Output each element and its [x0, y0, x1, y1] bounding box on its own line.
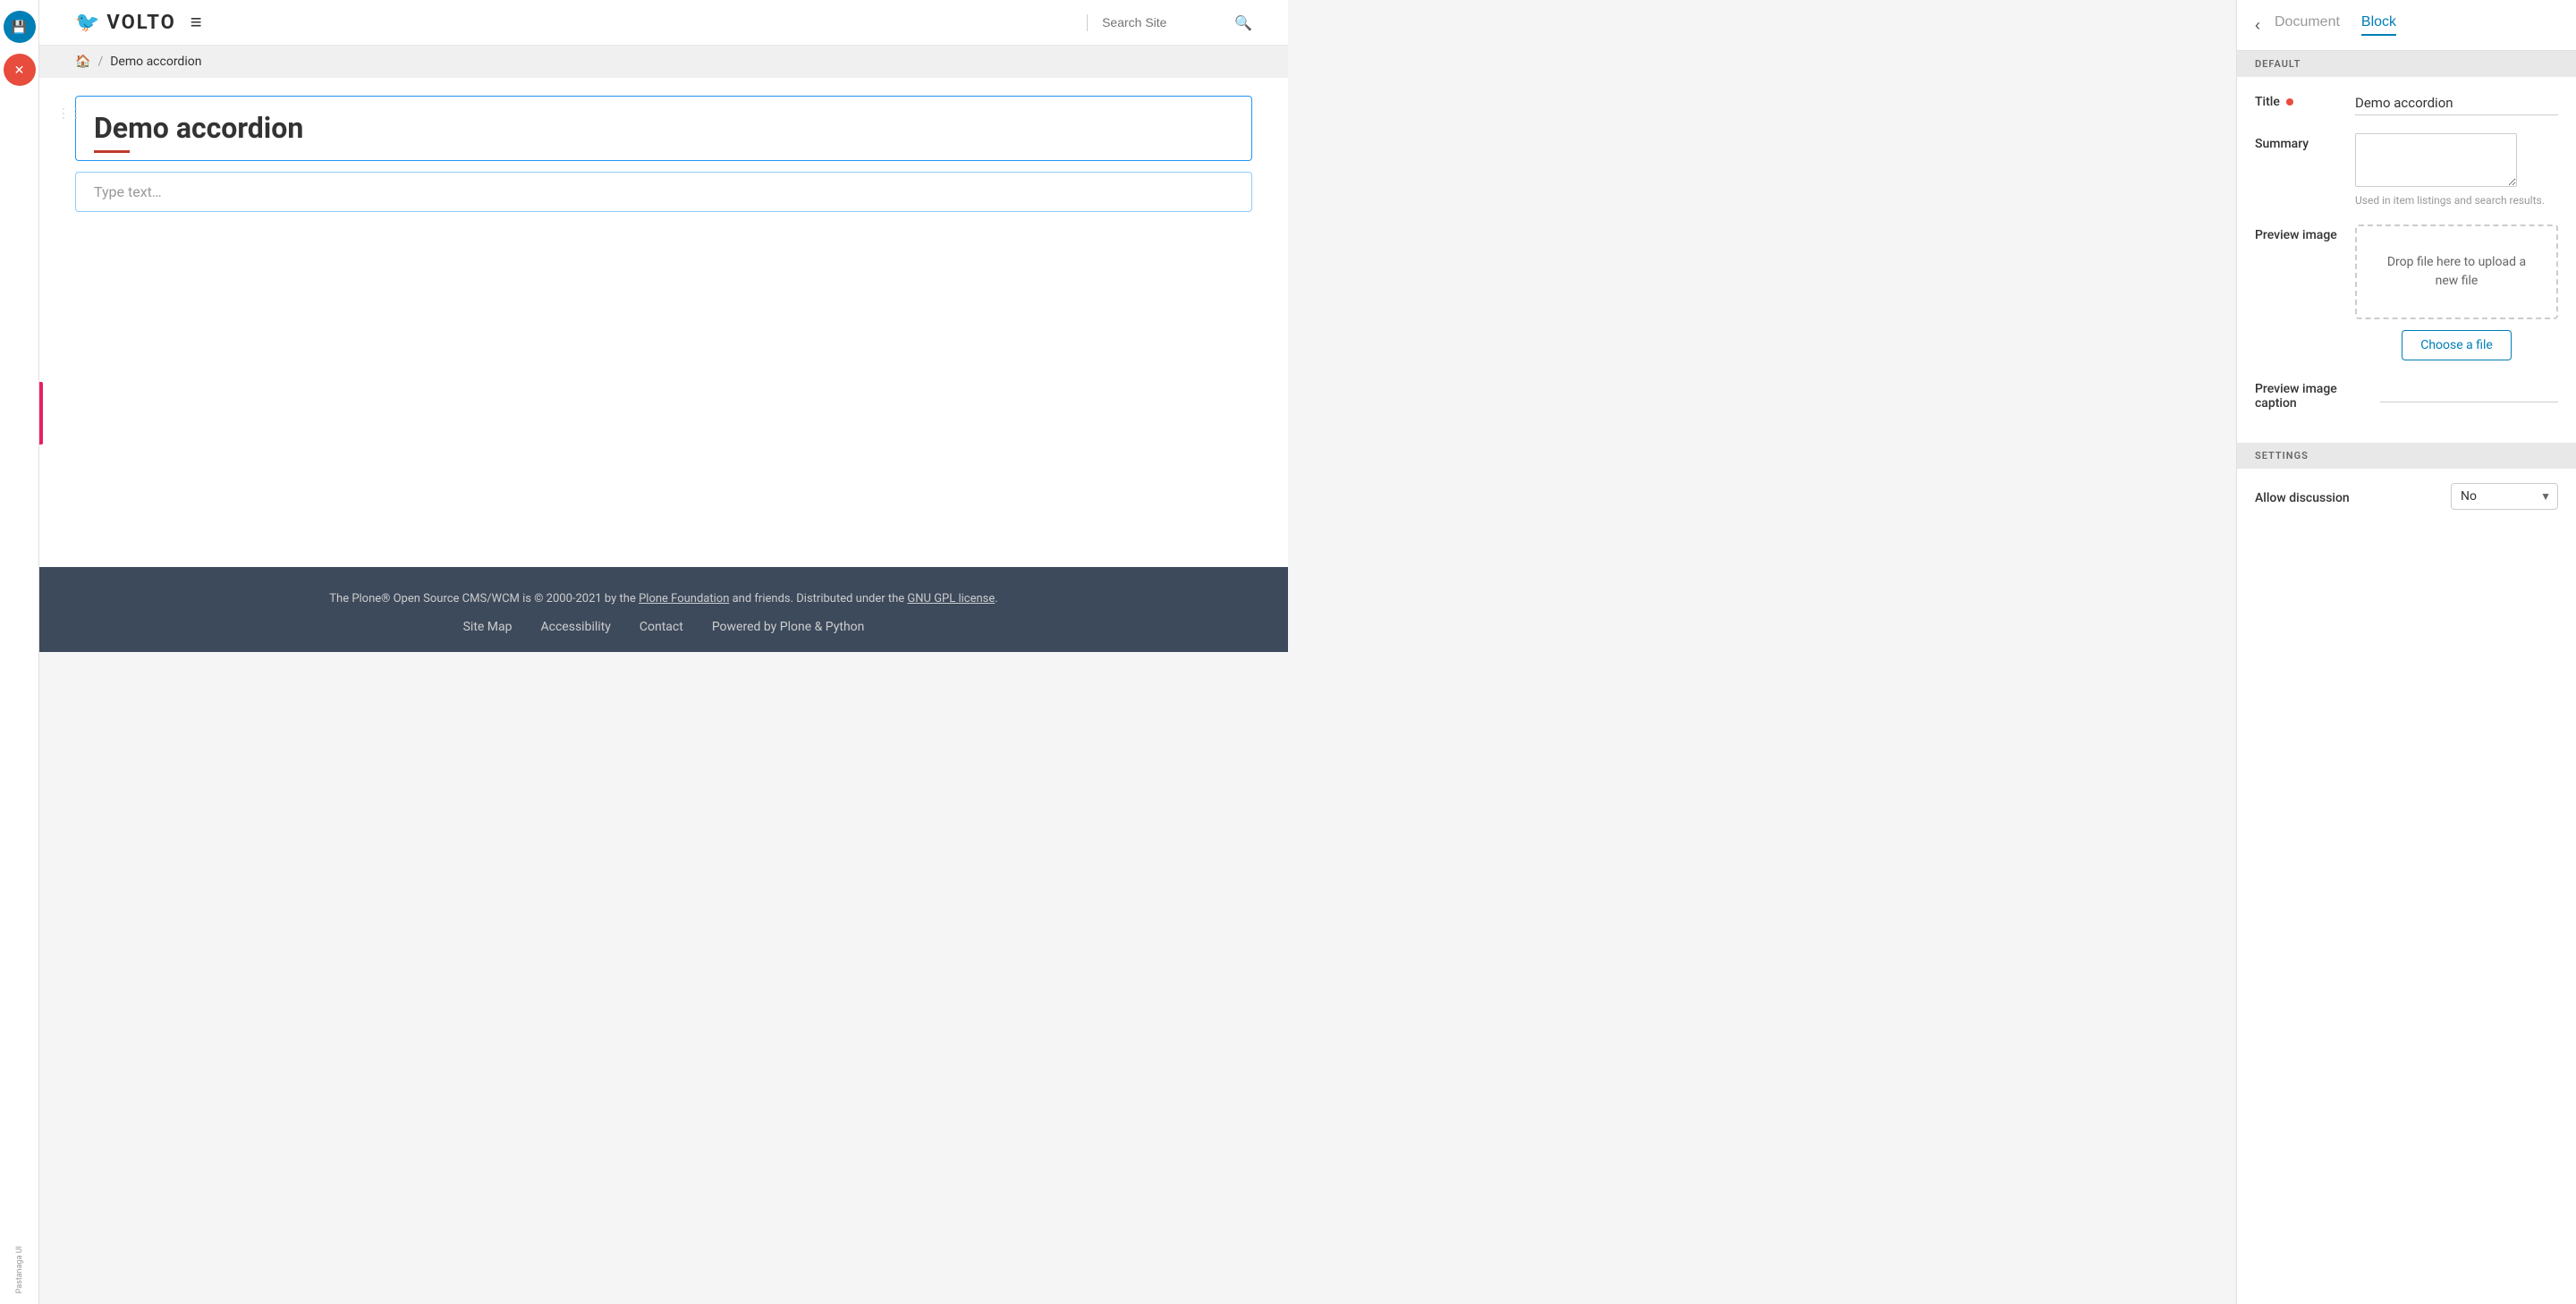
- preview-image-row: Preview image Drop file here to upload a…: [2255, 224, 2558, 360]
- panel-back-button[interactable]: ‹: [2255, 16, 2260, 35]
- right-panel: ‹ Document Block DEFAULT Title Summary: [2236, 0, 2576, 1304]
- text-block[interactable]: Type text…: [75, 172, 1252, 212]
- block-drag-handle[interactable]: ⋮⋮: [57, 106, 82, 121]
- footer-links: Site Map Accessibility Contact Powered b…: [75, 620, 1252, 634]
- title-block-wrapper: ⋮⋮: [75, 96, 1252, 161]
- logo-text: VOLTO: [106, 12, 175, 34]
- title-field-row: Title: [2255, 91, 2558, 115]
- search-icon[interactable]: 🔍: [1234, 14, 1252, 31]
- bird-icon: 🐦: [75, 12, 99, 34]
- site-header: 🐦 VOLTO ≡ 🔍: [39, 0, 1288, 46]
- title-input[interactable]: [94, 111, 1233, 145]
- title-underline: [94, 150, 130, 153]
- pastanaga-label: Pastanaga UI: [15, 1246, 24, 1293]
- logo-area: 🐦 VOLTO ≡: [75, 11, 202, 34]
- site-footer: The Plone® Open Source CMS/WCM is © 2000…: [39, 567, 1288, 652]
- search-input[interactable]: [1102, 15, 1227, 30]
- text-block-wrapper: Type text…: [75, 172, 1252, 212]
- settings-section-label: SETTINGS: [2237, 443, 2576, 469]
- plone-foundation-link[interactable]: Plone Foundation: [639, 592, 729, 605]
- powered-by-link[interactable]: Powered by Plone & Python: [712, 620, 865, 634]
- back-icon: ‹: [2255, 16, 2260, 34]
- save-icon: 💾: [12, 20, 27, 35]
- preview-image-caption-label: Preview image caption: [2255, 378, 2369, 411]
- breadcrumb-home-icon[interactable]: 🏠: [75, 55, 90, 69]
- default-section-label: DEFAULT: [2237, 51, 2576, 77]
- preview-image-caption-row: Preview image caption: [2255, 378, 2558, 411]
- gnu-gpl-link[interactable]: GNU GPL license: [907, 592, 995, 605]
- summary-field-row: Summary Used in item listings and search…: [2255, 133, 2558, 207]
- allow-discussion-select[interactable]: No Yes: [2451, 483, 2558, 510]
- left-toolbar: 💾 ✕ Pastanaga UI: [0, 0, 39, 1304]
- page-content: ⋮⋮ Type text…: [39, 78, 1288, 567]
- left-bar: [39, 382, 43, 445]
- hamburger-menu-button[interactable]: ≡: [191, 11, 202, 34]
- form-section-default: Title Summary Used in item listings and …: [2237, 77, 2576, 443]
- cancel-icon: ✕: [14, 63, 25, 78]
- title-block: [75, 96, 1252, 161]
- summary-field-textarea[interactable]: [2355, 133, 2517, 187]
- panel-tabs: Document Block: [2275, 14, 2396, 36]
- footer-copyright: The Plone® Open Source CMS/WCM is © 2000…: [75, 592, 1252, 605]
- choose-file-button[interactable]: Choose a file: [2402, 330, 2512, 360]
- drop-zone[interactable]: Drop file here to upload a new file: [2355, 224, 2558, 319]
- main-area: 🐦 VOLTO ≡ 🔍 🏠 / Demo accordion ⋮⋮: [39, 0, 1288, 652]
- breadcrumb-separator: /: [97, 55, 103, 69]
- summary-field-label: Summary: [2255, 133, 2344, 151]
- tab-block[interactable]: Block: [2361, 14, 2396, 36]
- summary-helper-text: Used in item listings and search results…: [2355, 194, 2558, 207]
- volto-logo: 🐦 VOLTO: [75, 12, 176, 34]
- breadcrumb-current: Demo accordion: [110, 55, 201, 69]
- title-field-label: Title: [2255, 91, 2344, 109]
- panel-header: ‹ Document Block: [2237, 0, 2576, 51]
- preview-image-caption-input[interactable]: [2380, 378, 2558, 402]
- contact-link[interactable]: Contact: [640, 620, 683, 634]
- accessibility-link[interactable]: Accessibility: [541, 620, 611, 634]
- search-area: 🔍: [1087, 14, 1252, 31]
- title-field-input[interactable]: [2355, 91, 2558, 115]
- required-indicator: [2286, 98, 2293, 106]
- preview-image-label: Preview image: [2255, 224, 2344, 242]
- tab-document[interactable]: Document: [2275, 14, 2340, 36]
- allow-discussion-label: Allow discussion: [2255, 487, 2350, 505]
- allow-discussion-dropdown-wrapper: No Yes ▼: [2451, 483, 2558, 510]
- text-placeholder: Type text…: [94, 183, 162, 200]
- allow-discussion-row: Allow discussion No Yes ▼: [2237, 469, 2576, 524]
- site-map-link[interactable]: Site Map: [463, 620, 513, 634]
- save-button[interactable]: 💾: [4, 11, 36, 43]
- breadcrumb: 🏠 / Demo accordion: [39, 46, 1288, 78]
- cancel-button[interactable]: ✕: [4, 54, 36, 86]
